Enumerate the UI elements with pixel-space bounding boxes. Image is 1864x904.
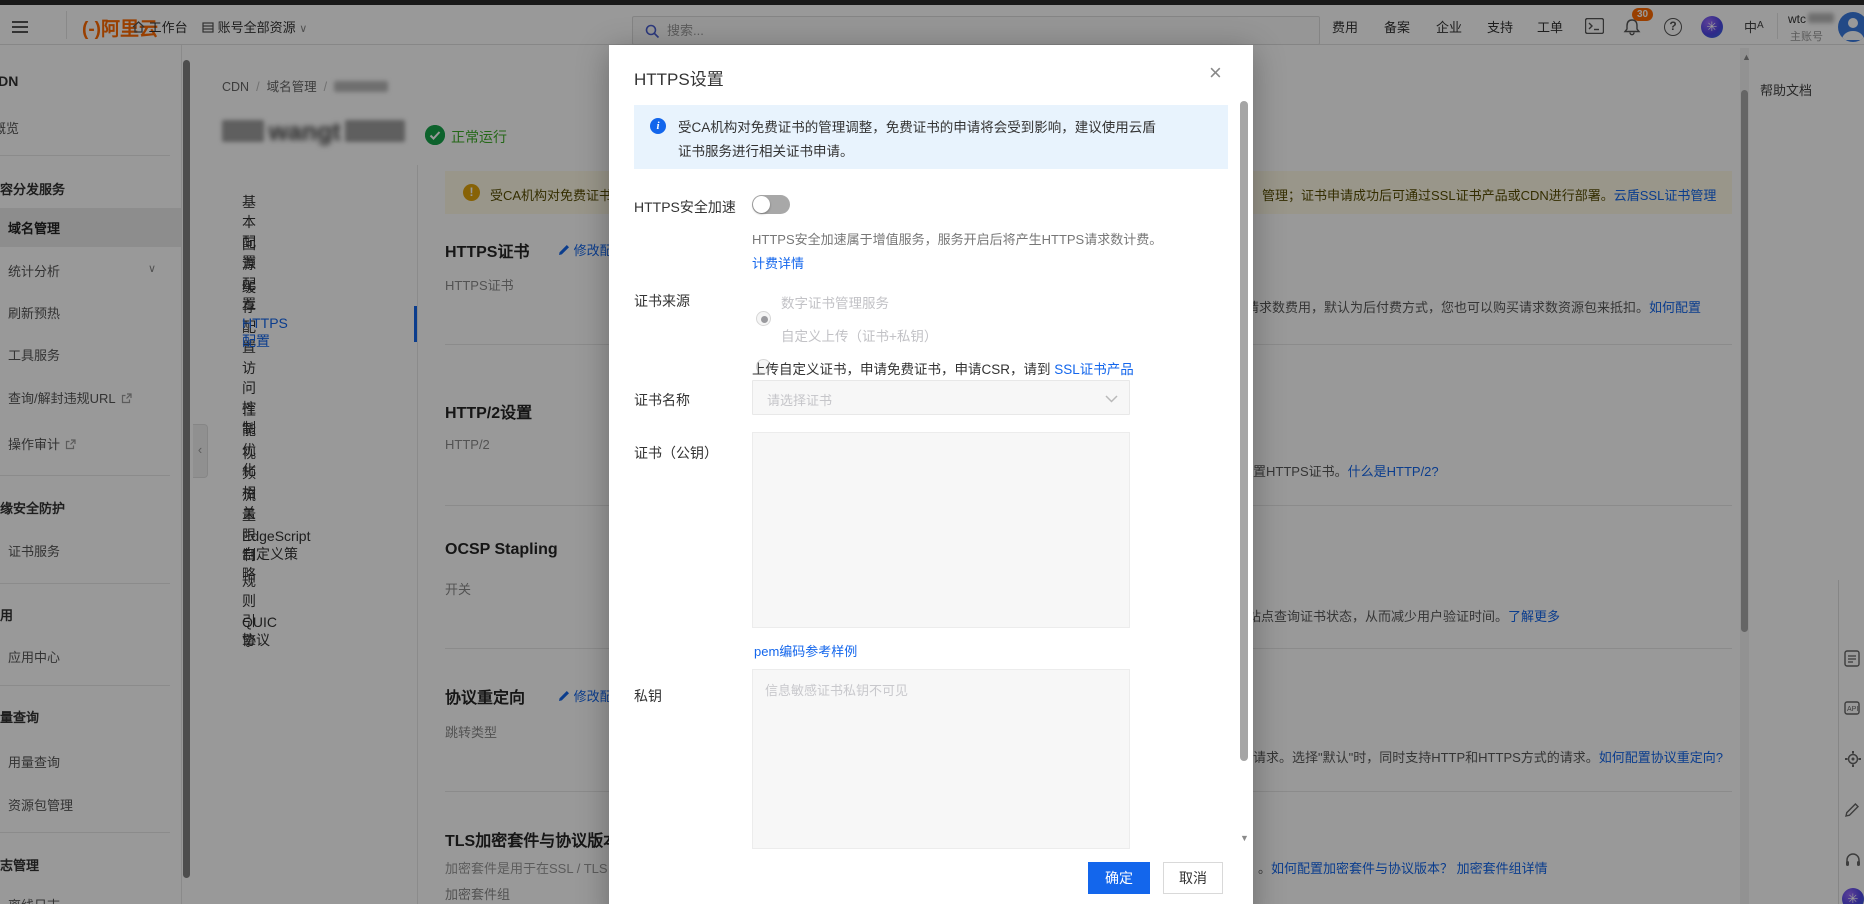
scroll-down-arrow[interactable]: ▼ (1240, 833, 1249, 843)
cancel-button[interactable]: 取消 (1163, 862, 1223, 894)
ssl-product-link[interactable]: SSL证书产品 (1054, 362, 1134, 377)
cert-public-label: 证书（公钥） (634, 443, 718, 463)
cert-source-note: 上传自定义证书，申请免费证书，申请CSR，请到 SSL证书产品 (752, 358, 1134, 378)
modal-scrollbar-thumb[interactable] (1240, 101, 1248, 761)
pem-sample-link[interactable]: pem编码参考样例 (754, 641, 857, 660)
modal-info-banner: i 受CA机构对免费证书的管理调整，免费证书的申请将会受到影响，建议使用云盾 证… (634, 105, 1228, 169)
cert-name-select[interactable]: 请选择证书 (752, 380, 1130, 415)
confirm-button[interactable]: 确定 (1088, 862, 1150, 894)
radio-label-custom-upload: 自定义上传（证书+私钥） (781, 325, 937, 345)
chevron-down-icon (1105, 395, 1118, 403)
private-key-textarea[interactable] (752, 669, 1130, 849)
select-placeholder: 请选择证书 (767, 390, 832, 409)
secure-acceleration-desc: HTTPS安全加速属于增值服务，服务开启后将产生HTTPS请求数计费。 (752, 229, 1162, 248)
cert-name-label: 证书名称 (634, 390, 690, 410)
info-icon: i (650, 118, 666, 134)
info-banner-text: 受CA机构对免费证书的管理调整，免费证书的申请将会受到影响，建议使用云盾 证书服… (678, 116, 1156, 164)
secure-acceleration-toggle[interactable] (752, 195, 790, 214)
radio-label-digital-cert: 数字证书管理服务 (781, 292, 889, 312)
private-key-label: 私钥 (634, 686, 662, 706)
modal-title: HTTPS设置 (634, 65, 724, 90)
billing-detail-link[interactable]: 计费详情 (752, 253, 804, 272)
cert-public-textarea[interactable] (752, 432, 1130, 628)
close-icon[interactable]: × (1209, 63, 1222, 83)
https-settings-modal: HTTPS设置 × i 受CA机构对免费证书的管理调整，免费证书的申请将会受到影… (609, 45, 1253, 904)
secure-acceleration-label: HTTPS安全加速 (634, 197, 736, 217)
cert-source-label: 证书来源 (634, 291, 690, 311)
radio-digital-cert-service[interactable] (756, 311, 771, 326)
